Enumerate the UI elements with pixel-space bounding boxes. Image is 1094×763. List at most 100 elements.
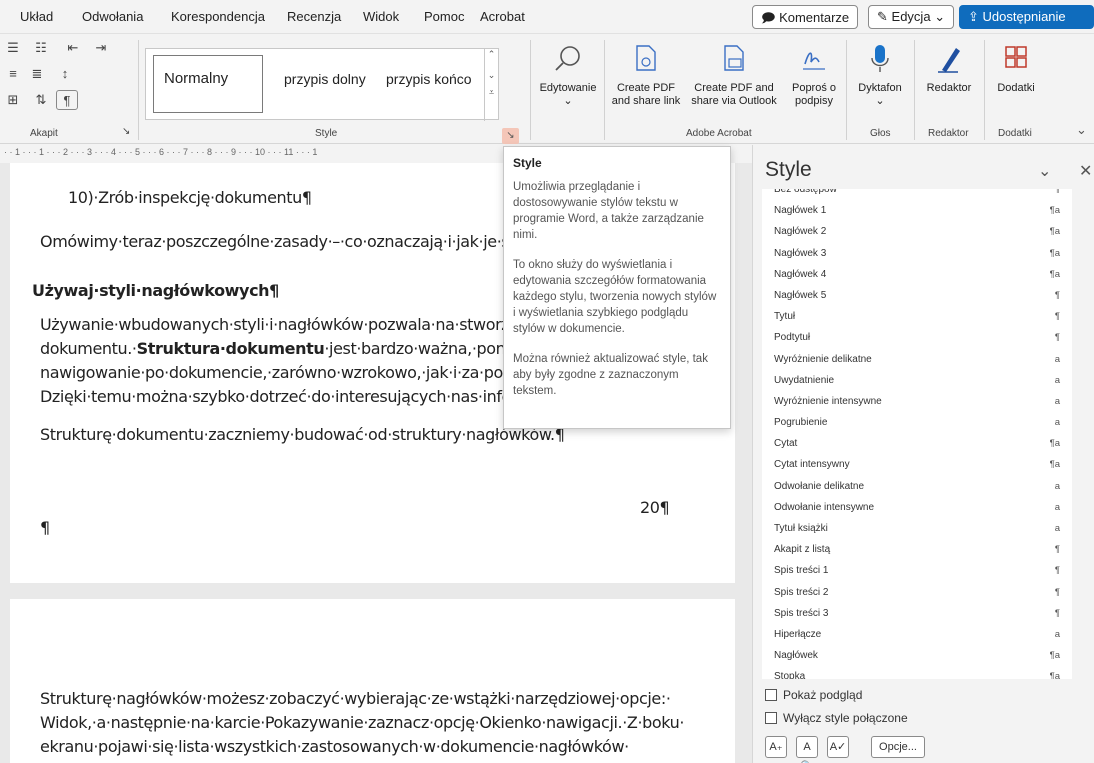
style-list-item[interactable]: Tytuł książki a: [762, 518, 1072, 539]
style-normal[interactable]: Normalny: [153, 55, 263, 113]
request-signatures-button[interactable]: Poproś o podpisy: [784, 42, 844, 108]
manage-styles-icon[interactable]: A✓: [827, 736, 849, 758]
chevron-down-icon: ⌄: [934, 9, 946, 24]
style-type-mark: ¶: [1054, 332, 1060, 344]
increase-indent-icon[interactable]: ⇥: [88, 38, 114, 58]
editing-mode-button[interactable]: ✎ Edycja ⌄: [868, 5, 955, 29]
styles-pane: Style ⌄ ✕ Bez odstępów ¶ Nagłówek 1 ¶a Nagłó…: [752, 145, 1094, 763]
style-list-item[interactable]: Hiperłącze a: [762, 624, 1072, 645]
style-list-item[interactable]: Nagłówek 4 ¶a: [762, 264, 1072, 285]
bullets-icon[interactable]: ☰: [0, 38, 26, 58]
ribbon-separator: [604, 40, 605, 140]
style-list-item[interactable]: Odwołanie delikatne a: [762, 476, 1072, 497]
doc-paragraph[interactable]: dokumentu.·Struktura·dokumentu·jest·bard…: [40, 339, 532, 358]
style-list-item[interactable]: Pogrubienie a: [762, 412, 1072, 433]
style-list-item[interactable]: Odwołanie intensywne a: [762, 497, 1072, 518]
menu-widok[interactable]: Widok: [363, 9, 399, 24]
menu-acrobat[interactable]: Acrobat: [480, 9, 525, 24]
paragraph-launcher-icon[interactable]: ↘: [122, 126, 130, 137]
styles-list: Bez odstępów ¶ Nagłówek 1 ¶a Nagłówek 2 ¶a Nag…: [762, 189, 1072, 679]
checkbox-box[interactable]: [765, 712, 777, 724]
numbering-icon[interactable]: ☷: [28, 38, 54, 58]
style-type-mark: a: [1054, 417, 1060, 429]
doc-paragraph[interactable]: Strukturę·nagłówków·możesz·zobaczyć·wybi…: [40, 689, 671, 708]
dictate-button[interactable]: Dyktafon ⌄: [850, 42, 910, 108]
gallery-scroll[interactable]: ⌃ ⌄ ⩡: [484, 49, 498, 121]
editor-button[interactable]: Redaktor: [918, 42, 980, 95]
style-list-item[interactable]: Spis treści 1 ¶: [762, 560, 1072, 581]
style-list-item[interactable]: Stopka ¶a: [762, 666, 1072, 679]
style-list-item[interactable]: Nagłówek 5 ¶: [762, 285, 1072, 306]
options-button[interactable]: Opcje...: [871, 736, 925, 758]
style-list-item[interactable]: Cytat ¶a: [762, 433, 1072, 454]
style-list-item[interactable]: Bez odstępów ¶: [762, 189, 1072, 200]
borders-icon[interactable]: ⊞: [0, 90, 26, 110]
style-list-item[interactable]: Nagłówek 2 ¶a: [762, 221, 1072, 242]
style-list-item[interactable]: Nagłówek ¶a: [762, 645, 1072, 666]
addins-button[interactable]: Dodatki: [988, 42, 1044, 95]
menu-uklad[interactable]: Układ: [20, 9, 53, 24]
doc-paragraph[interactable]: Omówimy·teraz·poszczególne·zasady·–·co·o…: [40, 232, 529, 251]
style-list-item[interactable]: Uwydatnienie a: [762, 370, 1072, 391]
gallery-down-icon[interactable]: ⌄: [485, 70, 498, 81]
align-right-icon[interactable]: ≣: [24, 64, 50, 84]
editor-group-label: Redaktor: [928, 128, 969, 139]
styles-pane-title: Style: [765, 158, 812, 181]
gallery-more-icon[interactable]: ⩡: [485, 87, 498, 98]
style-list-item[interactable]: Cytat intensywny ¶a: [762, 454, 1072, 475]
align-center-icon[interactable]: ≡: [0, 64, 26, 84]
doc-paragraph[interactable]: Dzięki·temu·można·szybko·dotrzeć·do·inte…: [40, 387, 532, 406]
menu-recenzja[interactable]: Recenzja: [287, 9, 341, 24]
editing-button[interactable]: Edytowanie ⌄: [538, 42, 598, 108]
style-list-item[interactable]: Nagłówek 1 ¶a: [762, 200, 1072, 221]
style-name: Nagłówek 2: [774, 226, 827, 238]
doc-paragraph[interactable]: Strukturę·dokumentu·zaczniemy·budować·od…: [40, 425, 565, 444]
style-list-item[interactable]: Wyróżnienie delikatne a: [762, 349, 1072, 370]
create-pdf-share-link-button[interactable]: Create PDF and share link: [608, 42, 684, 108]
menu-odwolania[interactable]: Odwołania: [82, 9, 143, 24]
comments-button[interactable]: 🗩 Komentarze: [752, 5, 859, 29]
style-name: Nagłówek 1: [774, 205, 827, 217]
menu-pomoc[interactable]: Pomoc: [424, 9, 464, 24]
style-inspector-icon[interactable]: A🔍: [796, 736, 818, 763]
comments-label: Komentarze: [779, 10, 850, 25]
style-endnote[interactable]: przypis końco: [386, 71, 472, 87]
menu-bar: Układ Odwołania Korespondencja Recenzja …: [0, 0, 1094, 34]
share-button[interactable]: ⇪ Udostępnianie: [959, 5, 1094, 29]
close-icon[interactable]: ✕: [1079, 161, 1092, 181]
show-preview-checkbox[interactable]: Pokaż podgląd: [765, 688, 862, 702]
doc-paragraph[interactable]: Widok,·a·następnie·na·karcie·Pokazywanie…: [40, 713, 685, 732]
new-style-icon[interactable]: A₊: [765, 736, 787, 758]
chevron-down-icon: ⌄: [563, 95, 573, 107]
styles-dialog-launcher-icon[interactable]: ↘: [502, 128, 519, 144]
collapse-ribbon-icon[interactable]: ⌄: [1076, 122, 1087, 138]
decrease-indent-icon[interactable]: ⇤: [60, 38, 86, 58]
style-list-item[interactable]: Spis treści 2 ¶: [762, 582, 1072, 603]
gallery-up-icon[interactable]: ⌃: [485, 49, 498, 60]
sort-icon[interactable]: ⇅: [28, 90, 54, 110]
style-footnote[interactable]: przypis dolny: [284, 71, 366, 87]
style-type-mark: a: [1054, 353, 1060, 365]
request-sign-label-2: podpisy: [795, 95, 833, 107]
checkbox-box[interactable]: [765, 689, 777, 701]
doc-list-item[interactable]: 10)·Zrób·inspekcję·dokumentu¶: [68, 188, 312, 207]
style-type-mark: ¶a: [1049, 226, 1060, 238]
line-spacing-icon[interactable]: ↕: [52, 64, 78, 84]
style-list-item[interactable]: Spis treści 3 ¶: [762, 603, 1072, 624]
empty-paragraph-mark[interactable]: ¶: [40, 518, 50, 537]
chevron-down-icon[interactable]: ⌄: [1038, 161, 1051, 181]
doc-paragraph[interactable]: nawigowanie·po·dokumencie,·zarówno·wzrok…: [40, 363, 528, 382]
menu-korespondencja[interactable]: Korespondencja: [171, 9, 265, 24]
doc-paragraph[interactable]: ekranu·pojawi·się·lista·wszystkich·zasto…: [40, 737, 629, 756]
create-pdf-outlook-button[interactable]: Create PDF and share via Outlook: [686, 42, 782, 108]
disable-linked-styles-checkbox[interactable]: Wyłącz style połączone: [765, 711, 908, 725]
doc-paragraph[interactable]: Używanie·wbudowanych·styli·i·nagłówków·p…: [40, 315, 529, 334]
style-list-item[interactable]: Nagłówek 3 ¶a: [762, 243, 1072, 264]
style-type-mark: a: [1054, 628, 1060, 640]
show-formatting-marks-icon[interactable]: ¶: [56, 90, 78, 110]
style-list-item[interactable]: Podtytuł ¶: [762, 327, 1072, 348]
style-list-item[interactable]: Tytuł ¶: [762, 306, 1072, 327]
style-list-item[interactable]: Wyróżnienie intensywne a: [762, 391, 1072, 412]
doc-heading[interactable]: Używaj·styli·nagłówkowych¶: [32, 281, 279, 300]
style-list-item[interactable]: Akapit z listą ¶: [762, 539, 1072, 560]
